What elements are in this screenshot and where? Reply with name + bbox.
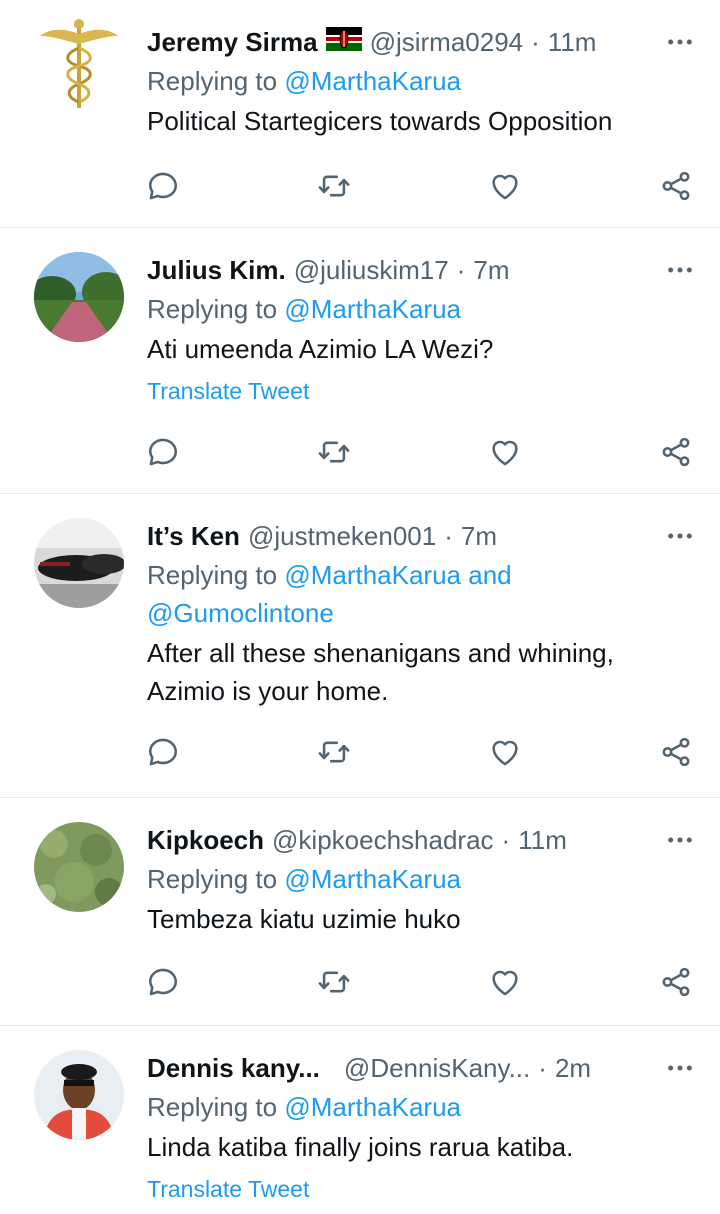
replying-to: Replying to @MarthaKarua — [147, 62, 696, 100]
share-icon[interactable] — [658, 734, 694, 770]
replying-to: Replying to @MarthaKarua — [147, 1088, 696, 1126]
retweet-icon[interactable] — [316, 734, 352, 770]
mention-link[interactable]: @MarthaKarua and — [284, 560, 511, 590]
mention-link[interactable]: @MarthaKarua — [284, 1092, 461, 1122]
tweet-content: Dennis kany... @DennisKany... · 2m Reply… — [147, 1048, 696, 1204]
tweet-text-line: Azimio is your home. — [147, 676, 389, 706]
author-name[interactable]: Dennis kany... — [147, 1053, 320, 1084]
author-handle[interactable]: @DennisKany... — [344, 1053, 530, 1084]
mention-link[interactable]: @MarthaKarua — [284, 294, 461, 324]
replying-prefix: Replying to — [147, 560, 278, 590]
tweet-time[interactable]: 11m — [518, 825, 567, 856]
tweet-time[interactable]: 7m — [461, 521, 497, 552]
reply-icon[interactable] — [145, 168, 181, 204]
separator-dot: · — [501, 824, 511, 855]
tweet-text: Linda katiba finally joins rarua katiba. — [147, 1132, 574, 1162]
replying-prefix: Replying to — [147, 864, 278, 894]
more-options-icon[interactable] — [656, 516, 696, 556]
tweet-content: Kipkoech @kipkoechshadrac · 11m Replying… — [147, 820, 696, 938]
mention-link[interactable]: @MarthaKarua — [284, 864, 461, 894]
author-handle[interactable]: @kipkoechshadrac — [272, 825, 494, 856]
separator-dot: · — [444, 520, 453, 551]
share-icon[interactable] — [658, 168, 694, 204]
reply-icon[interactable] — [145, 434, 181, 470]
separator-dot: · — [538, 1052, 547, 1083]
tweet-header: Julius Kim. @juliuskim17 · 7m — [147, 250, 696, 290]
separator-dot: · — [456, 254, 466, 285]
heart-icon[interactable] — [487, 168, 523, 204]
reply-icon[interactable] — [145, 734, 181, 770]
avatar[interactable] — [34, 14, 124, 114]
more-options-icon[interactable] — [656, 22, 696, 62]
retweet-icon[interactable] — [316, 168, 352, 204]
author-handle[interactable]: @jsirma0294 — [370, 27, 524, 58]
mention-link[interactable]: @MarthaKarua — [284, 66, 461, 96]
heart-icon[interactable] — [487, 964, 523, 1000]
action-bar — [145, 168, 694, 204]
more-options-icon[interactable] — [656, 250, 696, 290]
replying-to: Replying to @MarthaKarua — [147, 290, 696, 328]
tweet-content: It’s Ken @justmeken001 · 7m Replying to … — [147, 516, 696, 710]
kenya-flag-icon — [325, 26, 362, 58]
heart-icon[interactable] — [487, 434, 523, 470]
action-bar — [145, 434, 694, 470]
action-bar — [145, 734, 694, 770]
author-name[interactable]: Julius Kim. — [147, 255, 286, 286]
more-options-icon[interactable] — [656, 1048, 696, 1088]
author-handle[interactable]: @juliuskim17 — [294, 255, 449, 286]
share-icon[interactable] — [658, 434, 694, 470]
tweet-time[interactable]: 7m — [473, 255, 509, 286]
mention-link[interactable]: @Gumoclintone — [147, 598, 334, 628]
translate-tweet-link[interactable]: Translate Tweet — [147, 376, 696, 406]
caduceus-icon — [40, 19, 118, 108]
author-name[interactable]: Kipkoech — [147, 825, 264, 856]
tweet-content: Jeremy Sirma @jsirma0294 · 11m Replying … — [147, 22, 696, 140]
author-name[interactable]: It’s Ken — [147, 521, 240, 552]
avatar[interactable] — [34, 518, 124, 608]
more-options-icon[interactable] — [656, 820, 696, 860]
tweet-time[interactable]: 11m — [548, 27, 597, 58]
tweet-time[interactable]: 2m — [555, 1053, 591, 1084]
tweet-text: Political Startegicers towards Oppositio… — [147, 106, 613, 136]
retweet-icon[interactable] — [316, 964, 352, 1000]
translate-tweet-link[interactable]: Translate Tweet — [147, 1174, 696, 1204]
separator-dot: · — [531, 26, 540, 57]
tweet-item[interactable]: Kipkoech @kipkoechshadrac · 11m Replying… — [0, 798, 720, 1026]
heart-icon[interactable] — [487, 734, 523, 770]
author-name[interactable]: Jeremy Sirma — [147, 27, 318, 58]
tweet-item[interactable]: Jeremy Sirma @jsirma0294 · 11m Replying … — [0, 0, 720, 228]
tweet-item[interactable]: Julius Kim. @juliuskim17 · 7m Replying t… — [0, 228, 720, 494]
replying-to: Replying to @MarthaKarua — [147, 860, 696, 898]
replying-prefix: Replying to — [147, 294, 278, 324]
tweet-header: Dennis kany... @DennisKany... · 2m — [147, 1048, 696, 1088]
tweet-text: After all these shenanigans and whining,… — [147, 634, 696, 710]
tweet-header: Jeremy Sirma @jsirma0294 · 11m — [147, 22, 696, 62]
tweet-text-line: After all these shenanigans and whining, — [147, 638, 614, 668]
retweet-icon[interactable] — [316, 434, 352, 470]
replying-prefix: Replying to — [147, 1092, 278, 1122]
tweet-item[interactable]: It’s Ken @justmeken001 · 7m Replying to … — [0, 494, 720, 798]
share-icon[interactable] — [658, 964, 694, 1000]
replying-prefix: Replying to — [147, 66, 278, 96]
avatar[interactable] — [34, 252, 124, 342]
tweet-content: Julius Kim. @juliuskim17 · 7m Replying t… — [147, 250, 696, 406]
tweet-header: Kipkoech @kipkoechshadrac · 11m — [147, 820, 696, 860]
tweet-header: It’s Ken @justmeken001 · 7m — [147, 516, 696, 556]
reply-icon[interactable] — [145, 964, 181, 1000]
replying-to: Replying to @MarthaKarua and @Gumoclinto… — [147, 556, 696, 632]
action-bar — [145, 964, 694, 1000]
tweet-text: Ati umeenda Azimio LA Wezi? — [147, 334, 494, 364]
avatar[interactable] — [34, 1050, 124, 1140]
tweet-text: Tembeza kiatu uzimie huko — [147, 904, 461, 934]
tweet-item[interactable]: Dennis kany... @DennisKany... · 2m Reply… — [0, 1026, 720, 1214]
avatar[interactable] — [34, 822, 124, 912]
author-handle[interactable]: @justmeken001 — [248, 521, 436, 552]
